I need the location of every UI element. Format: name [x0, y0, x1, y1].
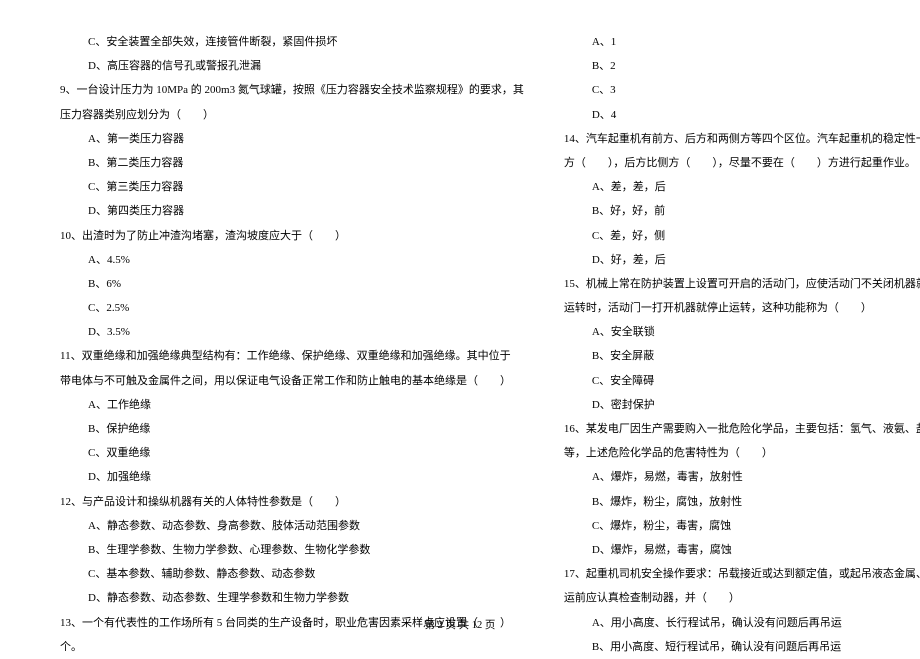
- q9-option-c: C、第三类压力容器: [60, 175, 524, 199]
- q12-option-b: B、生理学参数、生物力学参数、心理参数、生物化学参数: [60, 538, 524, 562]
- option-d: D、高压容器的信号孔或警报孔泄漏: [60, 54, 524, 78]
- question-17: 17、起重机司机安全操作要求：吊载接近或达到额定值，或起吊液态金属、易燃易爆物时…: [564, 562, 920, 586]
- question-16: 16、某发电厂因生产需要购入一批危险化学品，主要包括：氢气、液氨、盐酸、氢氧化钠…: [564, 417, 920, 441]
- q11-option-b: B、保护绝缘: [60, 417, 524, 441]
- q15-option-b: B、安全屏蔽: [564, 344, 920, 368]
- q9-option-d: D、第四类压力容器: [60, 199, 524, 223]
- q11-option-c: C、双重绝缘: [60, 441, 524, 465]
- q14-option-a: A、差，差，后: [564, 175, 920, 199]
- q9-option-a: A、第一类压力容器: [60, 127, 524, 151]
- q10-option-b: B、6%: [60, 272, 524, 296]
- question-15: 15、机械上常在防护装置上设置可开启的活动门，应使活动门不关闭机器就不能开动；在…: [564, 272, 920, 296]
- question-9: 9、一台设计压力为 10MPa 的 200m3 氮气球罐，按照《压力容器安全技术…: [60, 78, 524, 102]
- q17-option-b: B、用小高度、短行程试吊，确认没有问题后再吊运: [564, 635, 920, 659]
- page-footer: 第 2 页 共 12 页: [0, 617, 920, 632]
- option-c: C、安全装置全部失效，连接管件断裂，紧固件损坏: [60, 30, 524, 54]
- q13-option-a: A、1: [564, 30, 920, 54]
- page-content: C、安全装置全部失效，连接管件断裂，紧固件损坏 D、高压容器的信号孔或警报孔泄漏…: [60, 30, 860, 610]
- question-16-cont: 等，上述危险化学品的危害特性为（ ）: [564, 441, 920, 465]
- question-11: 11、双重绝缘和加强绝缘典型结构有：工作绝缘、保护绝缘、双重绝缘和加强绝缘。其中…: [60, 344, 524, 368]
- q16-option-d: D、爆炸，易燃，毒害，腐蚀: [564, 538, 920, 562]
- q10-option-a: A、4.5%: [60, 248, 524, 272]
- question-9-cont: 压力容器类别应划分为（ ）: [60, 103, 524, 127]
- question-13-cont: 个。: [60, 635, 524, 659]
- q13-option-b: B、2: [564, 54, 920, 78]
- q15-option-a: A、安全联锁: [564, 320, 920, 344]
- question-12: 12、与产品设计和操纵机器有关的人体特性参数是（ ）: [60, 490, 524, 514]
- q12-option-d: D、静态参数、动态参数、生理学参数和生物力学参数: [60, 586, 524, 610]
- q12-option-a: A、静态参数、动态参数、身高参数、肢体活动范围参数: [60, 514, 524, 538]
- q16-option-b: B、爆炸，粉尘，腐蚀，放射性: [564, 490, 920, 514]
- q14-option-d: D、好，差，后: [564, 248, 920, 272]
- q16-option-c: C、爆炸，粉尘，毒害，腐蚀: [564, 514, 920, 538]
- q16-option-a: A、爆炸，易燃，毒害，放射性: [564, 465, 920, 489]
- q15-option-d: D、密封保护: [564, 393, 920, 417]
- q9-option-b: B、第二类压力容器: [60, 151, 524, 175]
- right-column: A、1 B、2 C、3 D、4 14、汽车起重机有前方、后方和两侧方等四个区位。…: [564, 30, 920, 610]
- q11-option-d: D、加强绝缘: [60, 465, 524, 489]
- question-15-cont: 运转时，活动门一打开机器就停止运转，这种功能称为（ ）: [564, 296, 920, 320]
- q10-option-c: C、2.5%: [60, 296, 524, 320]
- q13-option-c: C、3: [564, 78, 920, 102]
- question-10: 10、出渣时为了防止冲渣沟堵塞，渣沟坡度应大于（ ）: [60, 224, 524, 248]
- question-14: 14、汽车起重机有前方、后方和两侧方等四个区位。汽车起重机的稳定性一般情况是侧方…: [564, 127, 920, 151]
- q14-option-b: B、好，好，前: [564, 199, 920, 223]
- q11-option-a: A、工作绝缘: [60, 393, 524, 417]
- question-11-cont: 带电体与不可触及金属件之间，用以保证电气设备正常工作和防止触电的基本绝缘是（ ）: [60, 369, 524, 393]
- question-17-cont: 运前应认真检查制动器，并（ ）: [564, 586, 920, 610]
- left-column: C、安全装置全部失效，连接管件断裂，紧固件损坏 D、高压容器的信号孔或警报孔泄漏…: [60, 30, 524, 610]
- q15-option-c: C、安全障碍: [564, 369, 920, 393]
- q14-option-c: C、差，好，侧: [564, 224, 920, 248]
- q10-option-d: D、3.5%: [60, 320, 524, 344]
- q12-option-c: C、基本参数、辅助参数、静态参数、动态参数: [60, 562, 524, 586]
- question-14-cont: 方（ ），后方比侧方（ ），尽量不要在（ ）方进行起重作业。: [564, 151, 920, 175]
- q13-option-d: D、4: [564, 103, 920, 127]
